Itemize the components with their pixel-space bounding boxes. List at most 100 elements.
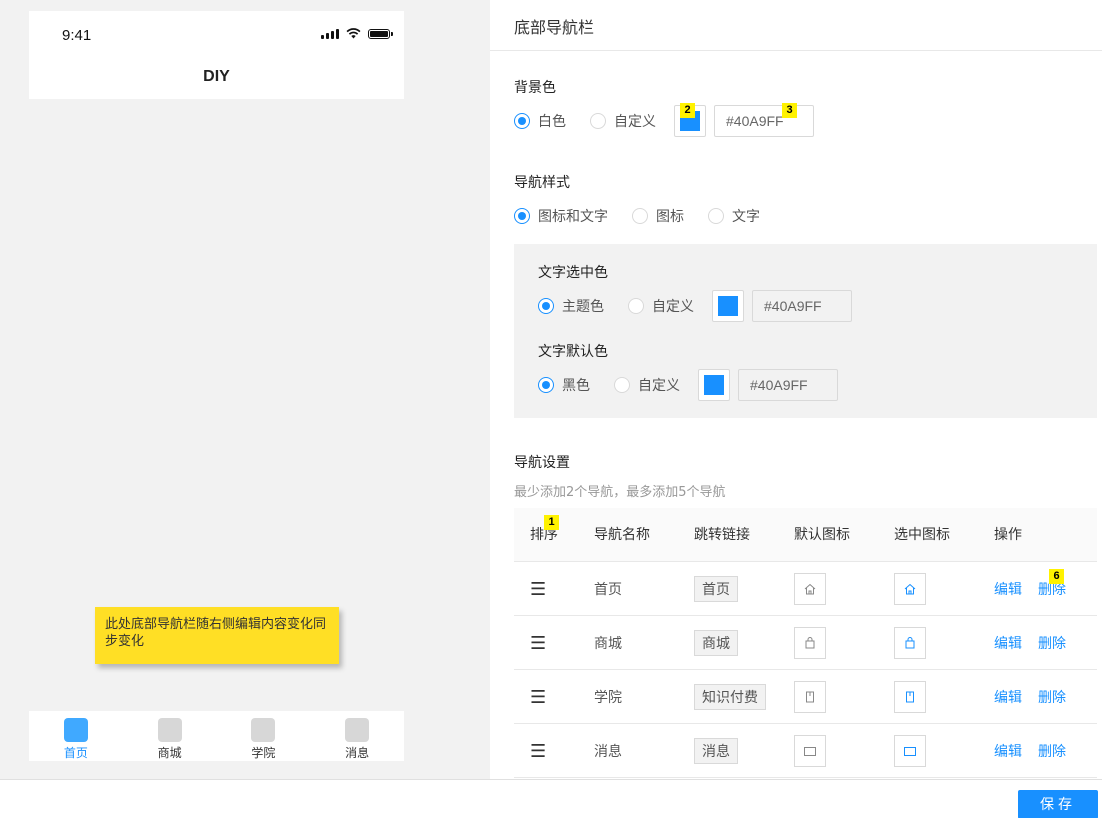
delete-button[interactable]: 删除 [1038, 741, 1066, 761]
radio-black-dot[interactable] [538, 377, 554, 393]
edit-button[interactable]: 编辑 [994, 579, 1022, 599]
annotation-badge-3: 3 [782, 103, 797, 118]
selected-icon-picker[interactable] [894, 681, 926, 713]
table-header: 排序 导航名称 跳转链接 默认图标 选中图标 操作 1 [514, 508, 1097, 562]
drag-handle-icon[interactable]: ☰ [530, 670, 546, 724]
radio-custom-selected[interactable]: 自定义 [628, 296, 694, 316]
status-time: 9:41 [62, 27, 92, 44]
text-selected-color-label: 文字选中色 [538, 265, 608, 281]
nav-settings-hint: 最少添加2个导航，最多添加5个导航 [514, 485, 726, 500]
tab-label: 首页 [63, 746, 88, 760]
nav-name: 学院 [594, 690, 622, 706]
table-row: ☰ 商城 商城 编辑 删除 [514, 616, 1097, 670]
text-default-color-options: 黑色 自定义 #40A9FF [538, 369, 838, 401]
tab-home[interactable]: 首页 [29, 711, 123, 761]
tab-mall-icon [157, 718, 182, 742]
tab-academy[interactable]: 学院 [217, 711, 311, 761]
default-icon-picker[interactable] [794, 735, 826, 767]
table-row: ☰ 首页 首页 编辑 删除 6 [514, 562, 1097, 616]
radio-custom-bg-dot[interactable] [590, 113, 606, 129]
status-icons [321, 28, 393, 39]
link-select[interactable]: 首页 [694, 576, 738, 602]
message-icon [804, 747, 816, 756]
tab-label: 学院 [251, 746, 276, 760]
radio-custom-default-dot[interactable] [614, 377, 630, 393]
nav-name: 消息 [594, 744, 622, 760]
link-select[interactable]: 消息 [694, 738, 738, 764]
radio-text-only[interactable]: 文字 [708, 206, 760, 226]
radio-black[interactable]: 黑色 [538, 375, 590, 395]
default-icon-picker[interactable] [794, 573, 826, 605]
nav-settings-label: 导航设置 [514, 455, 570, 471]
drag-handle-icon[interactable]: ☰ [530, 616, 546, 670]
selected-hex-input[interactable]: #40A9FF [752, 290, 852, 322]
panel-title: 底部导航栏 [514, 18, 595, 37]
signal-icon [321, 28, 339, 39]
annotation-badge-6: 6 [1049, 569, 1064, 584]
nav-name: 商城 [594, 636, 622, 652]
preview-pane: 9:41 DIY 此处底部导航栏随右侧编辑内容变化同步变化 首页 商城 学院 消… [0, 0, 490, 779]
selected-icon-picker[interactable] [894, 573, 926, 605]
default-color-swatch[interactable] [698, 369, 730, 401]
selected-color-swatch[interactable] [712, 290, 744, 322]
radio-label: 图标和文字 [538, 209, 608, 225]
edit-button[interactable]: 编辑 [994, 741, 1022, 761]
book-icon [906, 691, 914, 703]
edit-button[interactable]: 编辑 [994, 633, 1022, 653]
radio-icon-and-text-dot[interactable] [514, 208, 530, 224]
radio-label: 自定义 [652, 299, 694, 315]
wifi-icon [346, 28, 361, 39]
divider [490, 50, 1102, 51]
delete-button[interactable]: 删除 [1038, 687, 1066, 707]
radio-custom-bg[interactable]: 自定义 [590, 111, 656, 131]
background-color-label: 背景色 [514, 80, 556, 96]
radio-custom-selected-dot[interactable] [628, 298, 644, 314]
tab-messages-icon [345, 718, 370, 742]
annotation-badge-2: 2 [680, 103, 695, 118]
default-icon-picker[interactable] [794, 627, 826, 659]
column-header: 操作 [994, 527, 1022, 543]
radio-text-only-dot[interactable] [708, 208, 724, 224]
tab-messages[interactable]: 消息 [310, 711, 404, 761]
tab-label: 商城 [157, 746, 182, 760]
bag-icon [805, 637, 815, 649]
text-default-color-label: 文字默认色 [538, 344, 608, 360]
tab-mall[interactable]: 商城 [123, 711, 217, 761]
link-select[interactable]: 知识付费 [694, 684, 766, 710]
radio-white[interactable]: 白色 [514, 111, 566, 131]
column-header: 默认图标 [794, 527, 850, 543]
background-color-options: 白色 自定义 #40A9FF [514, 105, 814, 137]
radio-white-dot[interactable] [514, 113, 530, 129]
radio-theme-color[interactable]: 主题色 [538, 296, 604, 316]
home-icon [904, 583, 916, 595]
battery-icon [368, 28, 393, 39]
column-header: 跳转链接 [694, 527, 750, 543]
radio-custom-default[interactable]: 自定义 [614, 375, 680, 395]
selected-icon-picker[interactable] [894, 735, 926, 767]
column-header: 导航名称 [594, 527, 650, 543]
nav-table: 排序 导航名称 跳转链接 默认图标 选中图标 操作 1 ☰ 首页 首页 编辑 删… [514, 508, 1097, 778]
tab-label: 消息 [345, 746, 370, 760]
save-button[interactable]: 保存 [1018, 790, 1098, 818]
radio-icon-only-dot[interactable] [632, 208, 648, 224]
background-hex-input[interactable]: #40A9FF [714, 105, 814, 137]
message-icon [904, 747, 916, 756]
radio-label: 自定义 [638, 378, 680, 394]
tab-academy-icon [251, 718, 276, 742]
drag-handle-icon[interactable]: ☰ [530, 724, 546, 778]
table-row: ☰ 学院 知识付费 编辑 删除 [514, 670, 1097, 724]
phone-preview: 9:41 DIY 此处底部导航栏随右侧编辑内容变化同步变化 首页 商城 学院 消… [29, 11, 404, 761]
delete-button[interactable]: 删除 [1038, 633, 1066, 653]
radio-icon-only[interactable]: 图标 [632, 206, 684, 226]
selected-icon-picker[interactable] [894, 627, 926, 659]
default-icon-picker[interactable] [794, 681, 826, 713]
radio-icon-and-text[interactable]: 图标和文字 [514, 206, 608, 226]
drag-handle-icon[interactable]: ☰ [530, 562, 546, 616]
link-select[interactable]: 商城 [694, 630, 738, 656]
page-title: DIY [29, 55, 404, 99]
radio-theme-color-dot[interactable] [538, 298, 554, 314]
column-header: 选中图标 [894, 527, 950, 543]
default-hex-input[interactable]: #40A9FF [738, 369, 838, 401]
radio-label: 文字 [732, 209, 760, 225]
edit-button[interactable]: 编辑 [994, 687, 1022, 707]
